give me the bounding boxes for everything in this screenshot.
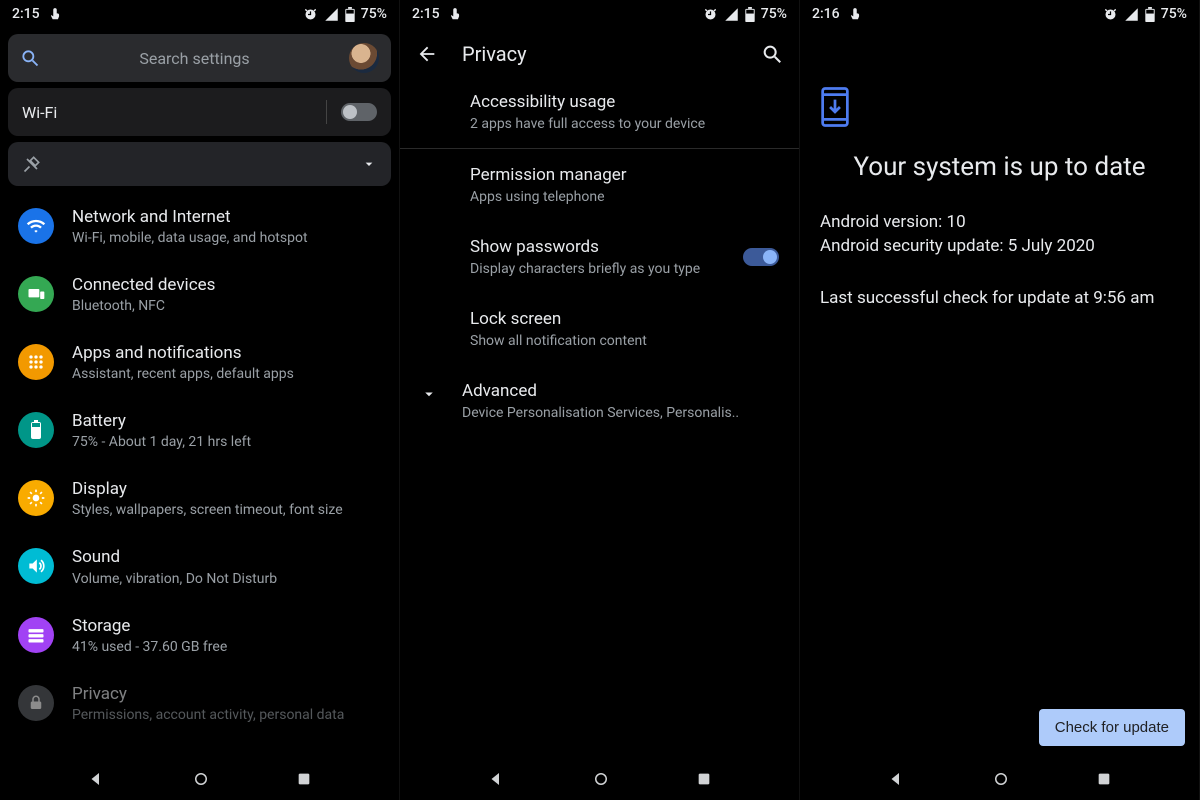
clock: 2:15 (412, 6, 440, 22)
item-privacy[interactable]: PrivacyPermissions, account activity, pe… (0, 669, 399, 737)
alarm-icon (1103, 7, 1118, 22)
android-version: Android version: 10 (820, 212, 1179, 232)
nav-bar (0, 758, 399, 800)
battery-icon (345, 7, 355, 22)
quick-tile-collapsed[interactable] (8, 142, 391, 186)
item-storage[interactable]: Storage41% used - 37.60 GB free (0, 601, 399, 669)
item-show-passwords[interactable]: Show passwords Display characters briefl… (400, 221, 799, 293)
item-connected-devices[interactable]: Connected devicesBluetooth, NFC (0, 260, 399, 328)
item-advanced[interactable]: Advanced Device Personalisation Services… (400, 365, 799, 437)
battery-percent: 75% (1161, 6, 1187, 22)
touch-icon (448, 7, 462, 21)
last-check: Last successful check for update at 9:56… (820, 288, 1179, 308)
page-title: Privacy (462, 42, 737, 66)
touch-icon (48, 7, 62, 21)
signal-icon (324, 7, 339, 22)
nav-back[interactable] (887, 770, 905, 788)
app-bar: Privacy (400, 28, 799, 76)
avatar[interactable] (349, 43, 379, 73)
nav-bar (800, 758, 1199, 800)
wifi-icon (18, 208, 54, 244)
item-battery[interactable]: Battery75% - About 1 day, 21 hrs left (0, 396, 399, 464)
nav-bar (400, 758, 799, 800)
system-update-icon (820, 86, 1179, 128)
satellite-off-icon (22, 154, 42, 174)
battery-icon (745, 7, 755, 22)
item-accessibility-usage[interactable]: Accessibility usage 2 apps have full acc… (400, 76, 799, 148)
nav-home[interactable] (992, 770, 1010, 788)
search-placeholder: Search settings (50, 49, 339, 68)
devices-icon (18, 276, 54, 312)
status-bar: 2:15 75% (0, 0, 399, 28)
item-apps[interactable]: Apps and notificationsAssistant, recent … (0, 328, 399, 396)
battery-percent: 75% (361, 6, 387, 22)
chevron-down-icon (361, 156, 377, 172)
nav-back[interactable] (87, 770, 105, 788)
wifi-label: Wi-Fi (22, 103, 57, 122)
security-update: Android security update: 5 July 2020 (820, 236, 1179, 256)
nav-home[interactable] (192, 770, 210, 788)
alarm-icon (303, 7, 318, 22)
privacy-icon (18, 685, 54, 721)
privacy-list: Accessibility usage 2 apps have full acc… (400, 76, 799, 437)
privacy-panel: 2:15 75% Privacy Accessibility usage 2 a… (400, 0, 800, 800)
chevron-down-icon (420, 385, 438, 403)
nav-recent[interactable] (1096, 771, 1112, 787)
settings-list: Network and InternetWi-Fi, mobile, data … (0, 192, 399, 737)
sound-icon (18, 548, 54, 584)
storage-icon (18, 617, 54, 653)
item-sound[interactable]: SoundVolume, vibration, Do Not Disturb (0, 532, 399, 600)
clock: 2:15 (12, 6, 40, 22)
wifi-quick-tile[interactable]: Wi-Fi (8, 88, 391, 136)
settings-home-panel: 2:15 75% Search settings Wi-Fi (0, 0, 400, 800)
update-headline: Your system is up to date (820, 152, 1179, 182)
battery-icon (1145, 7, 1155, 22)
system-update-panel: 2:16 75% Your system is up to date Andro… (800, 0, 1200, 800)
item-display[interactable]: DisplayStyles, wallpapers, screen timeou… (0, 464, 399, 532)
nav-recent[interactable] (296, 771, 312, 787)
item-lock-screen[interactable]: Lock screen Show all notification conten… (400, 293, 799, 365)
update-content: Your system is up to date Android versio… (800, 28, 1199, 308)
search-icon (20, 48, 40, 68)
signal-icon (724, 7, 739, 22)
show-passwords-toggle[interactable] (743, 248, 779, 266)
status-bar: 2:15 75% (400, 0, 799, 28)
signal-icon (1124, 7, 1139, 22)
touch-icon (848, 7, 862, 21)
nav-recent[interactable] (696, 771, 712, 787)
status-bar: 2:16 75% (800, 0, 1199, 28)
alarm-icon (703, 7, 718, 22)
search-button[interactable] (761, 43, 783, 65)
search-settings[interactable]: Search settings (8, 34, 391, 82)
nav-home[interactable] (592, 770, 610, 788)
nav-back[interactable] (487, 770, 505, 788)
back-button[interactable] (416, 43, 438, 65)
item-network[interactable]: Network and InternetWi-Fi, mobile, data … (0, 192, 399, 260)
clock: 2:16 (812, 6, 840, 22)
apps-icon (18, 344, 54, 380)
item-permission-manager[interactable]: Permission manager Apps using telephone (400, 149, 799, 221)
battery-icon-round (18, 412, 54, 448)
display-icon (18, 480, 54, 516)
battery-percent: 75% (761, 6, 787, 22)
wifi-toggle[interactable] (341, 103, 377, 121)
check-for-update-button[interactable]: Check for update (1039, 709, 1185, 746)
